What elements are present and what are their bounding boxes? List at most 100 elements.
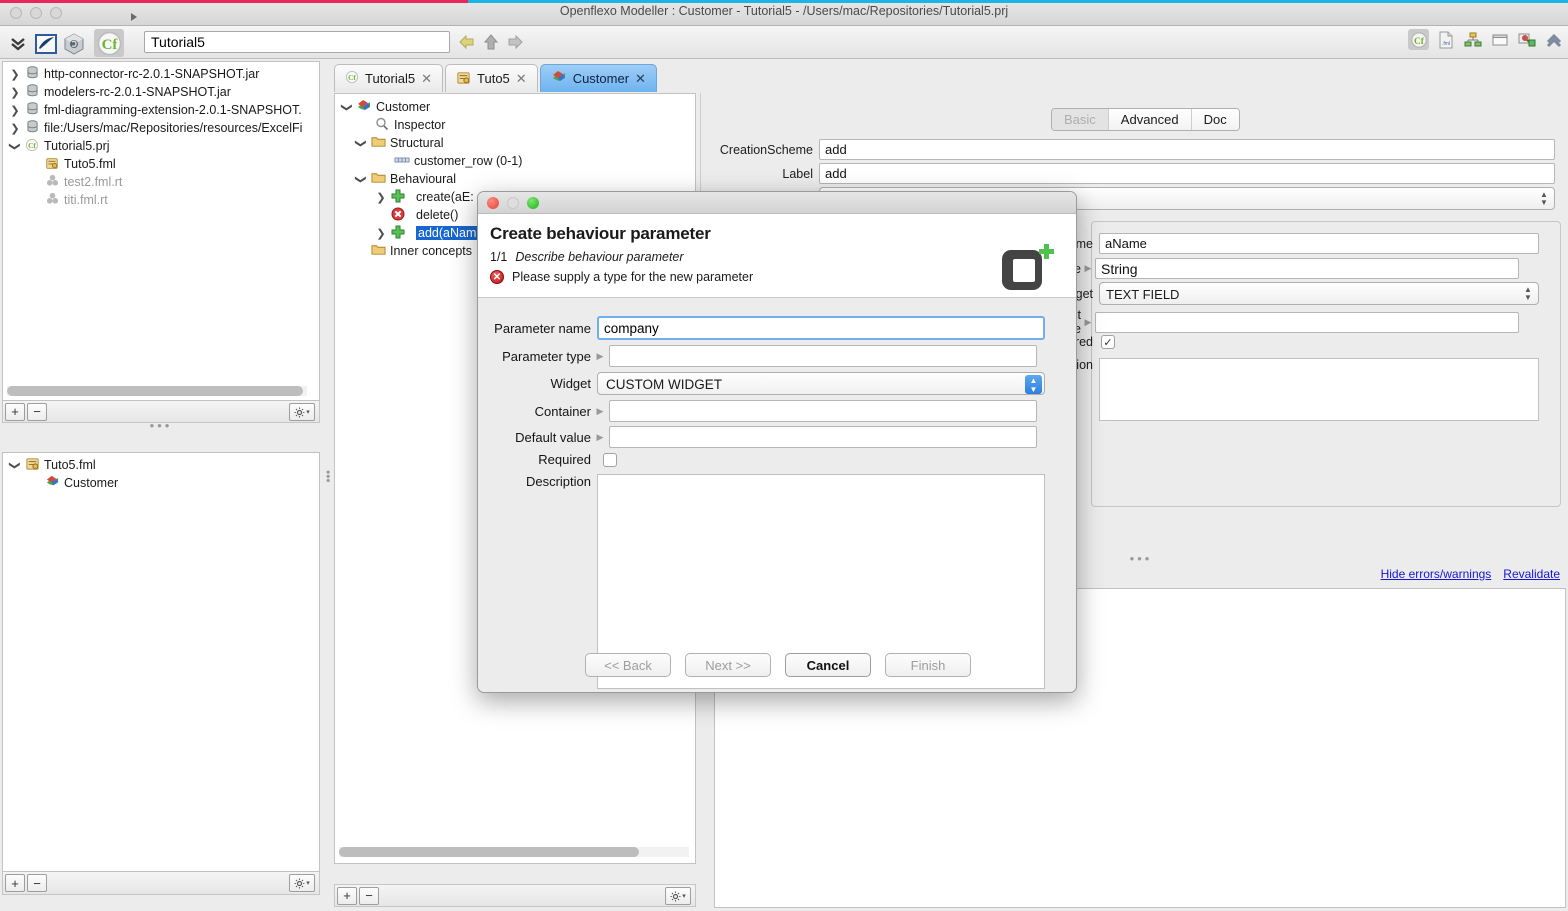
- param-description-textarea[interactable]: [1099, 358, 1539, 421]
- gear-icon[interactable]: ▾: [289, 874, 315, 892]
- up-arrow-icon[interactable]: [480, 31, 502, 53]
- vertical-split-handle[interactable]: •••: [321, 470, 335, 500]
- diagram-icon[interactable]: [1516, 29, 1537, 50]
- window-icon[interactable]: [1489, 29, 1510, 50]
- list-item[interactable]: ❯ http-connector-rc-2.0.1-SNAPSHOT.jar: [3, 65, 319, 83]
- label-input[interactable]: [819, 163, 1555, 184]
- stepper-icon[interactable]: ▲ ▼: [1522, 285, 1534, 303]
- remove-behaviour-button[interactable]: −: [359, 886, 379, 905]
- dialog-container-input[interactable]: [609, 400, 1037, 422]
- browse-arrow-icon[interactable]: ▶: [1081, 317, 1095, 328]
- add-behaviour-button[interactable]: +: [337, 886, 357, 905]
- list-item[interactable]: ❯ file:/Users/mac/Repositories/resources…: [3, 119, 319, 137]
- chevron-right-icon[interactable]: ❯: [7, 122, 23, 135]
- next-button[interactable]: Next >>: [685, 653, 771, 677]
- dialog-parameter-name-input[interactable]: [597, 316, 1045, 340]
- dialog-minimize-button[interactable]: [507, 197, 519, 209]
- remove-concept-button[interactable]: −: [27, 874, 47, 892]
- list-item[interactable]: ❯ Inspector: [335, 116, 695, 134]
- horizontal-scrollbar[interactable]: [339, 847, 689, 857]
- param-default-input[interactable]: [1095, 311, 1519, 333]
- hierarchy-icon[interactable]: [1462, 29, 1483, 50]
- add-concept-button[interactable]: +: [5, 874, 25, 892]
- dialog-default-value-row: Default value ▶: [478, 426, 1076, 448]
- hide-errors-warnings-link[interactable]: Hide errors/warnings: [1381, 567, 1492, 581]
- param-required-checkbox[interactable]: ✓: [1101, 335, 1115, 349]
- chevron-right-icon[interactable]: ❯: [373, 191, 389, 204]
- collapse-icon[interactable]: [1543, 29, 1564, 50]
- resource-explorer-panel[interactable]: ❯ http-connector-rc-2.0.1-SNAPSHOT.jar ❯…: [2, 61, 320, 401]
- chevron-down-icon[interactable]: ❯: [341, 99, 354, 115]
- project-path-input[interactable]: [144, 31, 450, 53]
- list-item[interactable]: ❯ Cf Tutorial5.prj: [3, 137, 319, 155]
- list-item[interactable]: ❯ modelers-rc-2.0.1-SNAPSHOT.jar: [3, 83, 319, 101]
- browse-arrow-icon[interactable]: ▶: [591, 432, 609, 443]
- chevron-down-icon[interactable]: ❯: [9, 138, 22, 154]
- chevron-down-icon[interactable]: ❯: [355, 171, 368, 187]
- stepper-icon[interactable]: ▲ ▼: [1025, 375, 1042, 394]
- dialog-close-button[interactable]: [487, 197, 499, 209]
- list-item[interactable]: ❯ Customer: [335, 98, 695, 116]
- list-item[interactable]: titi.fml.rt: [3, 191, 319, 209]
- creationscheme-input[interactable]: [819, 139, 1555, 160]
- close-icon[interactable]: ✕: [421, 71, 432, 87]
- dialog-description-label: Description: [525, 474, 591, 489]
- param-name-input[interactable]: [1099, 233, 1539, 254]
- chevron-down-icon[interactable]: ❯: [355, 135, 368, 151]
- creationscheme-label: CreationScheme: [719, 142, 813, 157]
- chevron-right-icon[interactable]: ❯: [373, 227, 389, 240]
- path-expand-arrow-icon[interactable]: [131, 13, 137, 21]
- chevron-down-icon[interactable]: ❯: [9, 457, 22, 473]
- openflexo-perspective-icon[interactable]: Cf: [1408, 29, 1429, 50]
- list-item[interactable]: Tuto5.fml: [3, 155, 319, 173]
- list-item[interactable]: test2.fml.rt: [3, 173, 319, 191]
- tab-tutorial5[interactable]: Cf Tutorial5 ✕: [334, 64, 444, 92]
- close-icon[interactable]: ✕: [516, 71, 527, 87]
- gear-icon[interactable]: ▾: [665, 887, 691, 905]
- panel-resize-handle[interactable]: •••: [1101, 551, 1181, 566]
- finish-button[interactable]: Finish: [885, 653, 971, 677]
- dialog-traffic-lights[interactable]: [487, 197, 539, 209]
- dialog-default-value-input[interactable]: [609, 426, 1037, 448]
- chevrons-down-icon[interactable]: [4, 30, 32, 57]
- chevron-right-icon[interactable]: ❯: [7, 104, 23, 117]
- dialog-required-checkbox[interactable]: [603, 452, 617, 467]
- dialog-maximize-button[interactable]: [527, 197, 539, 209]
- tab-doc[interactable]: Doc: [1191, 109, 1239, 130]
- panel-resize-handle[interactable]: •••: [2, 418, 320, 433]
- back-arrow-icon[interactable]: [456, 31, 478, 53]
- tab-tuto5[interactable]: Tuto5 ✕: [445, 64, 538, 92]
- list-item[interactable]: Customer: [3, 474, 319, 492]
- forward-arrow-icon[interactable]: [504, 31, 526, 53]
- list-item[interactable]: ❯ Structural: [335, 134, 695, 152]
- back-button[interactable]: << Back: [585, 653, 671, 677]
- list-item[interactable]: customer_row (0-1): [335, 152, 695, 170]
- tab-basic[interactable]: Basic: [1052, 109, 1109, 130]
- dialog-widget-combo[interactable]: CUSTOM WIDGET ▲ ▼: [597, 372, 1045, 395]
- list-item[interactable]: ❯ Behavioural: [335, 170, 695, 188]
- close-icon[interactable]: ✕: [635, 71, 646, 87]
- browse-arrow-icon[interactable]: ▶: [591, 351, 609, 362]
- tab-advanced[interactable]: Advanced: [1108, 109, 1192, 130]
- tab-customer[interactable]: Customer ✕: [539, 64, 657, 92]
- label-label: Label: [782, 166, 813, 181]
- param-type-input[interactable]: [1095, 258, 1519, 279]
- list-item[interactable]: ❯ fml-diagramming-extension-2.0.1-SNAPSH…: [3, 101, 319, 119]
- browse-arrow-icon[interactable]: ▶: [591, 406, 609, 417]
- chevron-right-icon[interactable]: ❯: [7, 68, 23, 81]
- list-item-label: modelers-rc-2.0.1-SNAPSHOT.jar: [44, 85, 231, 99]
- concept-browser-panel[interactable]: ❯ Tuto5.fml Customer: [2, 452, 320, 872]
- list-item[interactable]: ❯ Tuto5.fml: [3, 456, 319, 474]
- chevron-right-icon[interactable]: ❯: [7, 86, 23, 99]
- cube-icon[interactable]: [60, 30, 88, 57]
- flexo-editor-icon[interactable]: [32, 30, 60, 57]
- openflexo-icon[interactable]: Cf: [94, 29, 124, 57]
- param-widget-combo[interactable]: TEXT FIELD ▲ ▼: [1099, 282, 1539, 305]
- fml-file-icon[interactable]: .fml: [1435, 29, 1456, 50]
- horizontal-scrollbar[interactable]: [7, 386, 307, 396]
- dialog-parameter-type-input[interactable]: [609, 345, 1037, 367]
- revalidate-link[interactable]: Revalidate: [1503, 567, 1560, 581]
- cancel-button[interactable]: Cancel: [785, 653, 871, 677]
- browse-arrow-icon[interactable]: ▶: [1081, 263, 1095, 274]
- stepper-icon[interactable]: ▲ ▼: [1538, 190, 1550, 208]
